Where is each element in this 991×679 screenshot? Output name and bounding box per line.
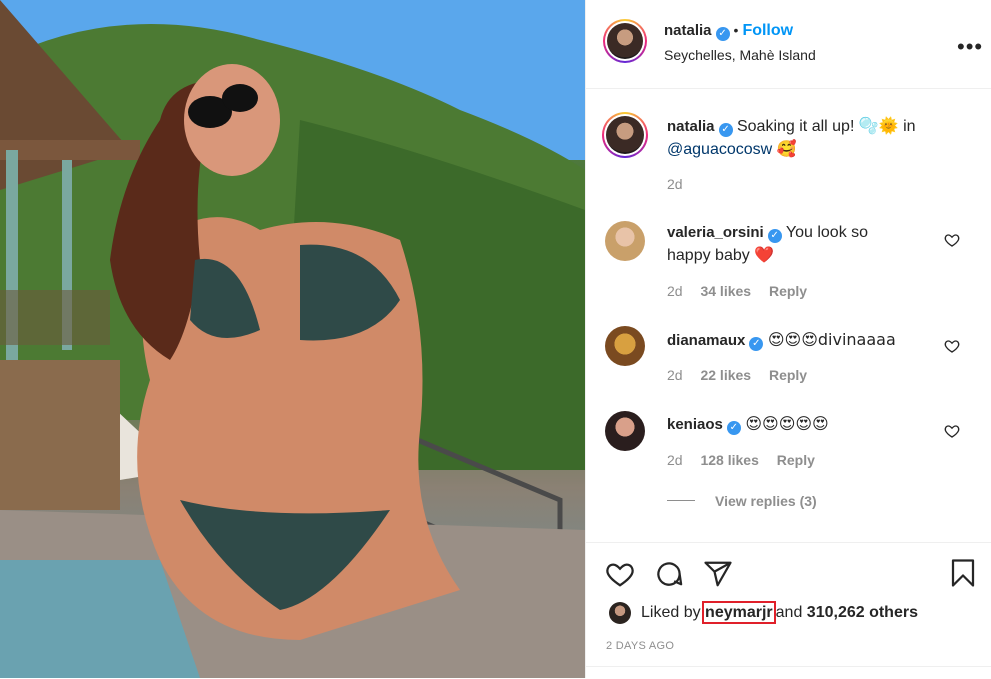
author-username[interactable]: natalia	[664, 22, 712, 39]
verified-icon: ✓	[749, 337, 764, 351]
comment-username[interactable]: keniaos	[667, 416, 723, 433]
comment-text: You look so	[785, 224, 869, 241]
commenter-avatar[interactable]	[605, 326, 645, 366]
photo-illustration	[0, 0, 585, 678]
view-replies-line	[667, 500, 695, 501]
liked-by-and: and	[775, 604, 803, 621]
caption-username[interactable]: natalia	[667, 118, 715, 135]
verified-icon: ✓	[726, 421, 741, 435]
bookmark-icon[interactable]	[948, 557, 978, 589]
liked-by-avatar[interactable]	[609, 602, 631, 624]
reply-button[interactable]: Reply	[769, 367, 807, 383]
dot-separator: •	[733, 22, 739, 38]
comment-likes[interactable]: 34 likes	[700, 283, 751, 299]
more-icon[interactable]: •••	[957, 34, 983, 60]
liked-by-count[interactable]: 310,262 others	[807, 604, 918, 621]
post-actions: Liked by neymarjr and 310,262 others 2 DA…	[586, 542, 991, 679]
post-timestamp[interactable]: 2 DAYS AGO	[606, 640, 674, 652]
divider	[586, 666, 991, 667]
heart-icon[interactable]	[604, 559, 636, 589]
comment-time[interactable]: 2d	[667, 367, 683, 383]
verified-icon: ✓	[767, 229, 782, 243]
follow-button[interactable]: Follow	[742, 22, 793, 39]
caption-mention[interactable]: @aguacocosw	[667, 141, 772, 158]
comment-text: 😍😍😍😍😍	[745, 414, 829, 433]
comment-meta: 2d 128 likes Reply	[667, 452, 815, 468]
heart-icon[interactable]	[944, 423, 960, 439]
comment-time[interactable]: 2d	[667, 283, 683, 299]
liked-by: Liked by neymarjr and 310,262 others	[641, 601, 918, 624]
comment-time[interactable]: 2d	[667, 452, 683, 468]
heart-icon[interactable]	[944, 338, 960, 354]
liked-by-user[interactable]: neymarjr	[702, 601, 776, 624]
post-photo[interactable]	[0, 0, 585, 678]
liked-by-prefix: Liked by	[641, 604, 701, 621]
comment-meta: 2d 34 likes Reply	[667, 283, 807, 299]
commenter-avatar[interactable]	[605, 221, 645, 261]
caption-text: Soaking it all up! 🫧🌞 in	[736, 118, 916, 135]
comment-likes[interactable]: 22 likes	[700, 367, 751, 383]
post-panel: natalia ✓ • Follow Seychelles, Mahè Island …	[585, 0, 991, 678]
reply-button[interactable]: Reply	[769, 283, 807, 299]
caption-time[interactable]: 2d	[667, 176, 683, 192]
comment-icon[interactable]	[653, 559, 685, 589]
post-header: natalia ✓ • Follow Seychelles, Mahè Island …	[586, 0, 991, 89]
caption-avatar[interactable]	[602, 112, 648, 158]
post-location[interactable]: Seychelles, Mahè Island	[664, 47, 816, 63]
verified-icon: ✓	[715, 27, 730, 41]
caption: natalia ✓ Soaking it all up! 🫧🌞 in @aguac…	[667, 116, 967, 161]
caption-emoji: 🥰	[776, 139, 797, 158]
comment: keniaos ✓ 😍😍😍😍😍	[667, 413, 947, 436]
comment-likes[interactable]: 128 likes	[700, 452, 758, 468]
comment-username[interactable]: valeria_orsini	[667, 224, 764, 241]
comment-text-2: happy baby	[667, 247, 750, 264]
reply-button[interactable]: Reply	[777, 452, 815, 468]
heart-icon[interactable]	[944, 232, 960, 248]
comment: valeria_orsini ✓ You look so happy baby ❤…	[667, 222, 947, 267]
comment-meta: 2d 22 likes Reply	[667, 367, 807, 383]
commenter-avatar[interactable]	[605, 411, 645, 451]
view-replies-button[interactable]: View replies (3)	[715, 493, 817, 509]
comment: dianamaux ✓ 😍😍😍divinaaaa	[667, 329, 947, 352]
author-line: natalia ✓ • Follow	[664, 22, 793, 41]
verified-icon: ✓	[718, 123, 733, 137]
share-icon[interactable]	[702, 559, 734, 589]
comment-emoji: ❤️	[754, 245, 775, 264]
comment-username[interactable]: dianamaux	[667, 332, 745, 349]
author-avatar[interactable]	[603, 19, 647, 63]
comment-text: 😍😍😍divinaaaa	[767, 330, 896, 349]
